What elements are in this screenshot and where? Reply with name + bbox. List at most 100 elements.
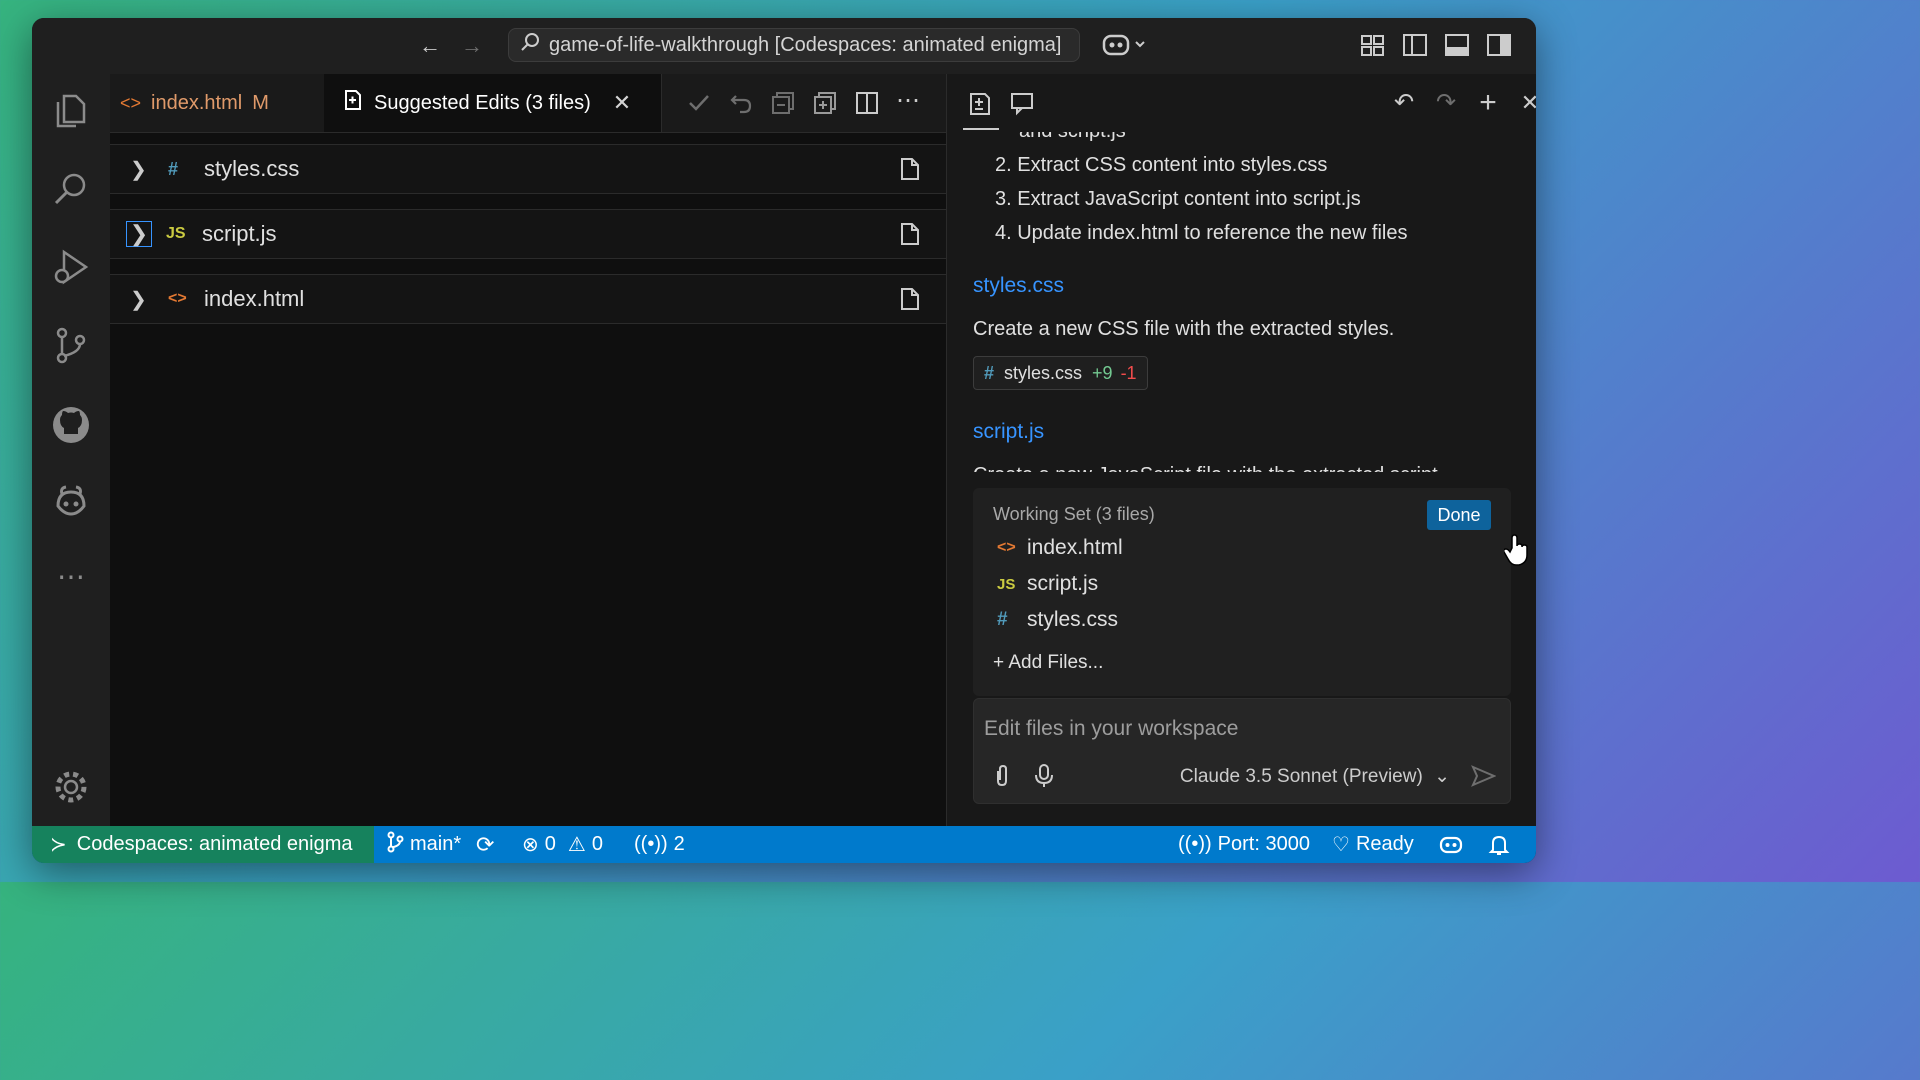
- add-files-button[interactable]: + Add Files...: [993, 652, 1103, 674]
- microphone-icon[interactable]: [1032, 763, 1056, 789]
- open-file-icon[interactable]: [896, 220, 924, 248]
- script-js-link[interactable]: script.js: [973, 420, 1044, 444]
- diff-file-row[interactable]: ❯ JS script.js: [110, 209, 946, 259]
- accept-all-icon[interactable]: [686, 90, 712, 116]
- discard-icon[interactable]: [728, 90, 754, 116]
- chat-header: ↶ ↷ + ✕: [947, 74, 1536, 132]
- lines-added: +9: [1092, 362, 1113, 383]
- back-arrow-icon[interactable]: ←: [416, 32, 444, 60]
- working-set-file: index.html: [1027, 536, 1123, 559]
- working-set-item[interactable]: <> index.html: [997, 536, 1123, 560]
- collapse-all-icon[interactable]: [770, 90, 796, 116]
- working-set-title: Working Set (3 files): [993, 504, 1155, 524]
- copilot-status-icon[interactable]: [1438, 826, 1464, 863]
- chat-input[interactable]: Edit files in your workspace Claude 3.5 …: [973, 698, 1511, 804]
- github-icon[interactable]: [50, 404, 92, 446]
- activity-bar: ⋯: [32, 74, 110, 826]
- response-step: 2. Extract CSS content into styles.css: [995, 154, 1328, 176]
- remote-indicator[interactable]: ≻ Codespaces: animated enigma: [32, 826, 374, 863]
- title-bar: ← → game-of-life-walkthrough [Codespaces…: [32, 18, 1536, 75]
- file-name: script.js: [202, 221, 277, 246]
- file-name: styles.css: [204, 156, 300, 181]
- branch-indicator[interactable]: main*: [386, 826, 461, 863]
- toggle-panel-icon[interactable]: [1444, 30, 1470, 60]
- undo-icon[interactable]: ↶: [1391, 90, 1417, 116]
- close-icon[interactable]: ✕: [1517, 90, 1536, 116]
- chevron-right-icon[interactable]: ❯: [126, 221, 152, 247]
- diff-file-row[interactable]: ❯ # styles.css: [110, 144, 946, 194]
- ready-indicator[interactable]: ♡ Ready: [1332, 826, 1414, 863]
- search-icon: [519, 31, 543, 59]
- problems-indicator[interactable]: ⊗ 0 ⚠ 0: [522, 826, 603, 863]
- chat-response: and script.js 2. Extract CSS content int…: [947, 132, 1536, 472]
- gear-icon[interactable]: [50, 766, 92, 808]
- html-file-icon: <>: [120, 92, 142, 113]
- model-name: Claude 3.5 Sonnet (Preview): [1179, 766, 1423, 787]
- remote-icon: ≻: [50, 834, 67, 856]
- more-icon[interactable]: ⋯: [50, 562, 92, 604]
- diff-file-icon: [344, 89, 362, 117]
- status-bar: ≻ Codespaces: animated enigma main* ⟳ ⊗ …: [32, 826, 1536, 863]
- file-name: index.html: [204, 286, 305, 311]
- diff-file-row[interactable]: ❯ <> index.html: [110, 274, 946, 324]
- customize-layout-icon[interactable]: [1360, 30, 1386, 60]
- command-center-text: game-of-life-walkthrough [Codespaces: an…: [549, 33, 1062, 56]
- redo-icon[interactable]: ↷: [1433, 90, 1459, 116]
- chat-icon[interactable]: [1009, 90, 1035, 116]
- search-icon[interactable]: [50, 168, 92, 210]
- working-set-file: script.js: [1027, 572, 1099, 595]
- feedback-icon: ♡: [1332, 834, 1350, 856]
- open-file-icon[interactable]: [896, 285, 924, 313]
- css-file-icon: #: [984, 362, 995, 383]
- done-button[interactable]: Done: [1427, 500, 1491, 530]
- toggle-primary-sidebar-icon[interactable]: [1402, 30, 1428, 60]
- branch-name: main*: [410, 833, 462, 855]
- styles-css-link[interactable]: styles.css: [973, 274, 1064, 298]
- file-change-pill[interactable]: # styles.css +9 -1: [973, 356, 1148, 390]
- toggle-secondary-sidebar-icon[interactable]: [1486, 30, 1512, 60]
- js-file-icon: JS: [997, 575, 1016, 593]
- error-icon: ⊗: [522, 834, 539, 856]
- pill-file-name: styles.css: [1004, 362, 1083, 383]
- copilot-edits-icon[interactable]: [963, 90, 999, 130]
- copilot-menu-icon[interactable]: [1100, 30, 1152, 60]
- tab-index-html[interactable]: <> index.html M: [110, 74, 322, 132]
- remote-label: Codespaces: animated enigma: [76, 833, 353, 855]
- editor-tab-bar: <> index.html M Suggested Edits (3 files…: [110, 74, 946, 133]
- attach-icon[interactable]: [990, 763, 1014, 789]
- expand-all-icon[interactable]: [812, 90, 838, 116]
- response-step: 4. Update index.html to reference the ne…: [995, 222, 1408, 244]
- port-label: Port: 3000: [1217, 833, 1310, 855]
- command-center-search[interactable]: game-of-life-walkthrough [Codespaces: an…: [508, 28, 1080, 62]
- response-text: and script.js: [1019, 132, 1126, 143]
- ports-indicator[interactable]: ((•)) 2: [634, 826, 685, 863]
- modified-badge: M: [252, 91, 269, 114]
- split-editor-icon[interactable]: [854, 90, 880, 116]
- copilot-edits-panel: ↶ ↷ + ✕ and script.js 2. Extract CSS con…: [946, 74, 1536, 826]
- response-step: 3. Extract JavaScript content into scrip…: [995, 188, 1361, 210]
- explorer-icon[interactable]: [50, 90, 92, 132]
- working-set-file: styles.css: [1027, 608, 1119, 631]
- bell-icon[interactable]: [1488, 826, 1510, 863]
- source-control-icon[interactable]: [50, 324, 92, 366]
- copilot-icon[interactable]: [50, 480, 92, 522]
- model-picker[interactable]: Claude 3.5 Sonnet (Preview) ⌄: [1180, 765, 1450, 788]
- run-debug-icon[interactable]: [50, 246, 92, 288]
- forward-arrow-icon[interactable]: →: [458, 32, 486, 60]
- editor-area: <> index.html M Suggested Edits (3 files…: [110, 74, 946, 826]
- chevron-right-icon[interactable]: ❯: [130, 287, 150, 312]
- open-file-icon[interactable]: [896, 155, 924, 183]
- tab-suggested-edits[interactable]: Suggested Edits (3 files) ✕: [324, 74, 662, 132]
- html-file-icon: <>: [168, 290, 187, 307]
- send-icon[interactable]: [1470, 763, 1497, 789]
- port-indicator[interactable]: ((•)) Port: 3000: [1178, 826, 1310, 863]
- js-file-icon: JS: [166, 225, 186, 242]
- working-set-item[interactable]: JS script.js: [997, 572, 1098, 596]
- close-icon[interactable]: ✕: [613, 90, 631, 116]
- sync-icon[interactable]: ⟳: [476, 826, 494, 863]
- more-actions-icon[interactable]: ⋯: [896, 89, 922, 116]
- new-session-icon[interactable]: +: [1475, 88, 1501, 118]
- ready-label: Ready: [1355, 833, 1414, 855]
- working-set-item[interactable]: # styles.css: [997, 608, 1118, 632]
- chevron-right-icon[interactable]: ❯: [130, 157, 150, 182]
